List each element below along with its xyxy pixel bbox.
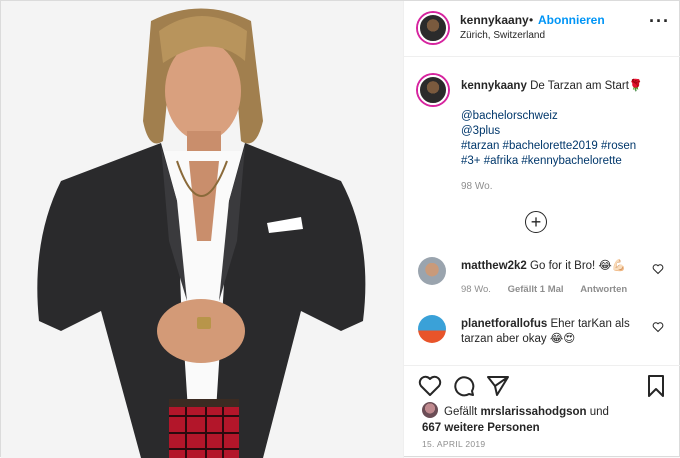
mention-link[interactable]: @bachelorschweiz <box>461 109 671 124</box>
hashtag-line[interactable]: #3+ #afrika #kennybachelorette <box>461 154 671 169</box>
liked-by-joiner: und <box>589 406 609 418</box>
location-link[interactable]: Zürich, Switzerland <box>460 30 545 41</box>
caption-age[interactable]: 98 Wo. <box>461 179 671 194</box>
post-header: kennykaany • Abonnieren Zürich, Switzerl… <box>404 1 680 57</box>
author-username[interactable]: kennykaany <box>460 13 529 27</box>
caption: kennykaany De Tarzan am Start🌹 @bachelor… <box>461 79 671 194</box>
liker-avatar[interactable] <box>422 402 438 418</box>
comment-username[interactable]: matthew2k2 <box>461 260 527 272</box>
plus-circle-icon[interactable]: + <box>525 211 547 233</box>
instagram-post: kennykaany • Abonnieren Zürich, Switzerl… <box>0 0 680 458</box>
liker-username[interactable]: mrslarissahodgson <box>480 406 586 418</box>
post-side-panel: kennykaany • Abonnieren Zürich, Switzerl… <box>403 1 680 458</box>
header-separator: • <box>529 13 534 27</box>
bookmark-icon[interactable] <box>644 374 668 398</box>
post-photo[interactable] <box>1 1 403 458</box>
liked-by: Gefällt mrslarissahodgson und 667 weiter… <box>422 402 609 436</box>
reply-button[interactable]: Antworten <box>580 284 627 295</box>
follow-button[interactable]: Abonnieren <box>538 13 605 27</box>
caption-avatar[interactable] <box>418 75 448 105</box>
comment-text: Go for it Bro! 😂💪🏻 <box>530 260 627 272</box>
commenter-avatar[interactable] <box>418 315 446 343</box>
like-heart-icon[interactable] <box>418 374 442 398</box>
more-icon[interactable]: ··· <box>649 11 670 32</box>
comment-body: planetforallofus Eher tarKan als tarzan … <box>461 317 651 347</box>
caption-username[interactable]: kennykaany <box>461 80 527 92</box>
hashtag-line[interactable]: #tarzan #bachelorette2019 #rosen <box>461 139 671 154</box>
comment-username[interactable]: planetforallofus <box>461 318 547 330</box>
commenter-avatar[interactable] <box>418 257 446 285</box>
comment-body: matthew2k2 Go for it Bro! 😂💪🏻 <box>461 259 651 274</box>
liked-by-prefix: Gefällt <box>444 406 478 418</box>
comment-age[interactable]: 98 Wo. <box>461 284 491 295</box>
comment-likes[interactable]: Gefällt 1 Mal <box>508 284 564 295</box>
heart-icon[interactable] <box>652 263 664 275</box>
action-bar <box>404 365 680 401</box>
other-likers-link[interactable]: 667 weitere Personen <box>422 422 540 434</box>
share-send-icon[interactable] <box>486 374 510 398</box>
author-avatar[interactable] <box>418 13 448 43</box>
comment-bubble-icon[interactable] <box>452 374 476 398</box>
mention-link[interactable]: @3plus <box>461 124 671 139</box>
heart-icon[interactable] <box>652 321 664 333</box>
post-date[interactable]: 15. APRIL 2019 <box>422 439 485 449</box>
comment-meta: 98 Wo. Gefällt 1 Mal Antworten <box>461 284 641 295</box>
caption-text: De Tarzan am Start🌹 <box>530 80 644 92</box>
man-in-suit-photo <box>1 1 403 458</box>
